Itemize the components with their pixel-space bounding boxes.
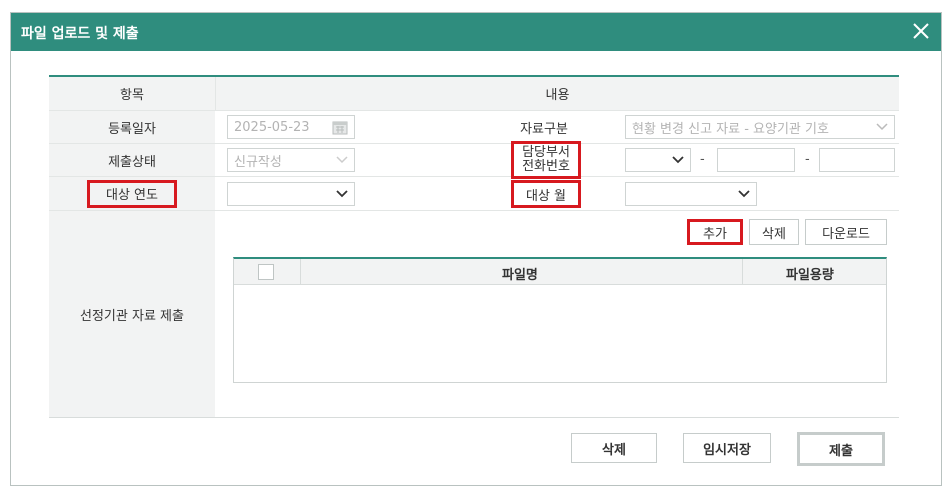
- file-table: 파일명 파일용량: [233, 257, 887, 383]
- chevron-down-icon: [672, 156, 684, 164]
- row-reg-date: 등록일자 2025-05-23 자료구분 현황 변경 신고 자료 - 요양기관 …: [49, 111, 899, 144]
- status-value: 신규작성: [234, 154, 282, 170]
- status-label: 제출상태: [49, 144, 215, 176]
- status-select[interactable]: 신규작성: [227, 148, 355, 172]
- footer-delete-button[interactable]: 삭제: [571, 433, 657, 463]
- target-year-select[interactable]: [227, 182, 355, 206]
- data-type-select[interactable]: 현황 변경 신고 자료 - 요양기관 기호: [625, 115, 895, 139]
- phone-label-line1: 담당부서: [522, 145, 570, 160]
- download-button[interactable]: 다운로드: [805, 219, 887, 245]
- temp-save-button[interactable]: 임시저장: [683, 433, 771, 463]
- dialog-titlebar: 파일 업로드 및 제출: [11, 13, 941, 51]
- data-type-value: 현황 변경 신고 자료 - 요양기관 기호: [632, 121, 829, 137]
- data-type-label: 자료구분: [520, 121, 568, 137]
- phone-last-input[interactable]: [819, 148, 895, 172]
- phone-dash-2: -: [805, 152, 810, 167]
- target-year-cell: 대상 연도: [49, 177, 215, 210]
- upload-dialog: 파일 업로드 및 제출 항목 내용 등록일자 2025-05-23 자료구분 현…: [10, 12, 942, 486]
- submission-label: 선정기관 자료 제출: [49, 211, 215, 417]
- column-filesize: 파일용량: [786, 268, 834, 283]
- chevron-down-icon: [336, 190, 348, 198]
- header-item: 항목: [49, 77, 215, 110]
- column-divider: [300, 259, 301, 285]
- add-file-button[interactable]: 추가: [687, 219, 743, 245]
- form-header-row: 항목 내용: [49, 77, 899, 111]
- chevron-down-icon: [336, 156, 348, 164]
- calendar-icon[interactable]: [332, 120, 348, 135]
- chevron-down-icon: [738, 190, 750, 198]
- reg-date-value: 2025-05-23: [234, 119, 310, 135]
- top-strip: [0, 0, 950, 12]
- phone-label-line2: 전화번호: [522, 159, 570, 174]
- phone-mid-input[interactable]: [717, 148, 795, 172]
- phone-dash-1: -: [700, 152, 705, 167]
- dialog-title: 파일 업로드 및 제출: [21, 26, 139, 42]
- target-month-label: 대상 월: [511, 180, 581, 208]
- header-content: 내용: [215, 77, 899, 110]
- reg-date-label: 등록일자: [49, 111, 215, 143]
- phone-area-select[interactable]: [625, 148, 691, 172]
- reg-date-field[interactable]: 2025-05-23: [227, 115, 355, 139]
- target-month-select[interactable]: [625, 182, 757, 206]
- target-year-label: 대상 연도: [87, 179, 177, 208]
- select-all-checkbox[interactable]: [258, 264, 274, 280]
- upload-form: 항목 내용 등록일자 2025-05-23 자료구분 현황 변경 신고 자료 -…: [49, 75, 899, 418]
- phone-label: 담당부서 전화번호: [511, 141, 581, 179]
- file-table-header: 파일명 파일용량: [234, 259, 886, 285]
- row-target: 대상 연도 대상 월: [49, 177, 899, 211]
- submit-button[interactable]: 제출: [797, 432, 885, 466]
- close-icon[interactable]: [909, 19, 933, 43]
- delete-file-button[interactable]: 삭제: [749, 219, 799, 245]
- chevron-down-icon: [876, 123, 888, 131]
- row-status: 제출상태 신규작성 담당부서 전화번호 - -: [49, 141, 899, 179]
- column-filename: 파일명: [502, 268, 538, 283]
- column-divider: [742, 259, 743, 285]
